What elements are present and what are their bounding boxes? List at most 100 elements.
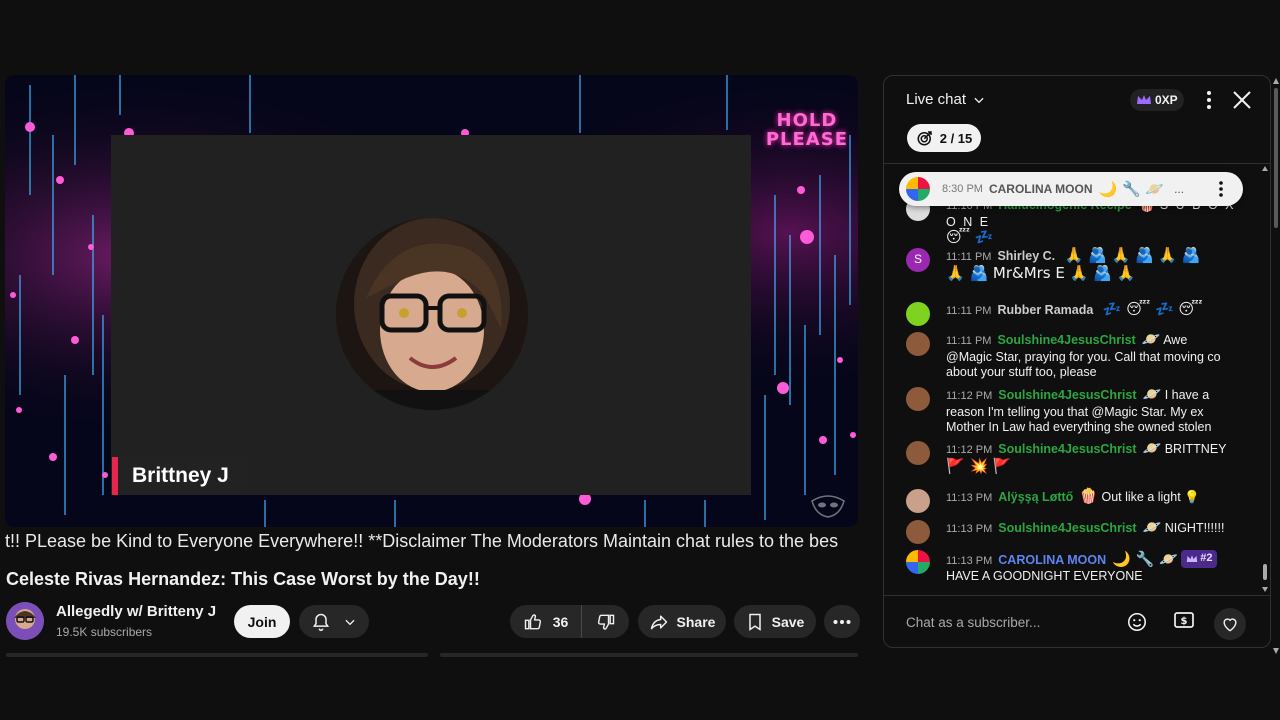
live-chat-panel: Live chat 0XP 2 / 15 8:30 PM CAROLINA MO… bbox=[883, 75, 1271, 648]
share-button[interactable]: Share bbox=[638, 605, 726, 638]
pinned-author-badges: 🌙 🔧 🪐 bbox=[1098, 180, 1165, 198]
kebab-menu-icon[interactable] bbox=[1200, 90, 1218, 110]
xp-badge[interactable]: 0XP bbox=[1130, 89, 1184, 111]
author-avatar bbox=[906, 520, 930, 544]
rank-text: #2 bbox=[1200, 552, 1213, 564]
chat-message[interactable]: 11:11 PM Soulshine4JesusChrist 🪐 Awe @Magi… bbox=[906, 331, 1236, 381]
chat-goal-progress[interactable]: 2 / 15 bbox=[907, 124, 981, 152]
kebab-menu-icon[interactable] bbox=[1213, 180, 1229, 198]
please-text: PLEASE bbox=[765, 129, 848, 150]
message-text-line2: 🚩 💥 🚩 bbox=[946, 456, 1012, 475]
emoji-icon[interactable] bbox=[1126, 611, 1148, 633]
video-title: Celeste Rivas Hernandez: This Case Worst… bbox=[6, 569, 480, 589]
notification-bell-button[interactable] bbox=[299, 605, 369, 638]
chat-scrollbar[interactable] bbox=[1261, 164, 1269, 594]
more-horizontal-icon bbox=[833, 619, 851, 624]
description-edge-right bbox=[440, 653, 858, 657]
bell-icon bbox=[312, 613, 330, 631]
chat-message[interactable]: 11:13 PM CAROLINA MOON 🌙 🔧 🪐 #2 HAVE A GOO… bbox=[906, 550, 1236, 585]
message-text-line2: 😴 💤 bbox=[946, 228, 994, 246]
author-avatar bbox=[906, 302, 930, 326]
close-icon[interactable] bbox=[1232, 90, 1252, 110]
channel-avatar[interactable] bbox=[6, 602, 44, 640]
crown-icon bbox=[1137, 95, 1151, 104]
chat-message[interactable]: 11:12 PM Soulshine4JesusChrist 🪐 I have a … bbox=[906, 385, 1236, 436]
scrolling-ticker: t!! PLease be Kind to Everyone Everywher… bbox=[5, 528, 858, 554]
message-timestamp: 11:13 PM bbox=[946, 492, 993, 504]
message-author: Shirley C. bbox=[997, 249, 1056, 263]
host-portrait bbox=[336, 218, 528, 410]
message-author: Rubber Ramada bbox=[997, 303, 1094, 317]
message-text: NIGHT!!!!!! bbox=[1164, 521, 1225, 535]
message-timestamp: 11:13 PM bbox=[946, 523, 993, 535]
join-button[interactable]: Join bbox=[234, 605, 290, 638]
member-rank-badge: #2 bbox=[1181, 550, 1218, 568]
message-text: HAVE A GOODNIGHT EVERYONE bbox=[946, 569, 1143, 584]
host-name-tag: Brittney J bbox=[112, 457, 241, 495]
channel-name[interactable]: Allegedly w/ Britteny J bbox=[56, 603, 216, 620]
share-label: Share bbox=[676, 613, 716, 630]
message-timestamp: 11:11 PM bbox=[946, 251, 992, 263]
message-author: Soulshine4JesusChrist bbox=[998, 521, 1137, 535]
author-avatar bbox=[906, 387, 930, 411]
pinned-author-avatar bbox=[906, 177, 930, 201]
save-label: Save bbox=[771, 613, 805, 630]
message-timestamp: 11:12 PM bbox=[946, 444, 993, 456]
author-badge: 🪐 bbox=[1142, 518, 1162, 536]
chat-mode-dropdown[interactable]: Live chat bbox=[906, 91, 986, 108]
thumbs-up-icon bbox=[524, 613, 541, 629]
dislike-button[interactable] bbox=[582, 612, 629, 632]
author-avatar bbox=[906, 441, 930, 465]
chat-message[interactable]: S 11:11 PM Shirley C. 🙏 🫂 🙏 🫂 🙏 🫂 🙏 🫂 Mr&… bbox=[906, 246, 1236, 282]
message-text: Out like a light 💡 bbox=[1101, 490, 1200, 504]
crown-icon bbox=[1186, 555, 1198, 562]
xp-label: 0XP bbox=[1155, 93, 1178, 107]
save-button[interactable]: Save bbox=[734, 605, 816, 638]
message-timestamp: 11:13 PM bbox=[946, 554, 993, 567]
heart-icon bbox=[1223, 618, 1237, 632]
message-text: 💤 😴 💤 😴 bbox=[1102, 300, 1203, 318]
author-badge: 🪐 bbox=[1142, 385, 1162, 403]
pinned-timestamp: 8:30 PM bbox=[942, 183, 983, 195]
mask-logo-icon bbox=[811, 495, 845, 518]
pinned-truncation: ... bbox=[1174, 182, 1185, 196]
author-avatar bbox=[906, 332, 930, 356]
hold-text: HOLD bbox=[776, 110, 838, 131]
message-timestamp: 11:11 PM bbox=[946, 305, 992, 317]
hold-please-overlay: HOLD PLEASE bbox=[766, 111, 848, 149]
author-avatar bbox=[906, 550, 930, 574]
chat-message[interactable]: 11:11 PM Rubber Ramada 💤 😴 💤 😴 bbox=[906, 300, 1236, 326]
message-author: Alÿşşą Løttő bbox=[998, 490, 1074, 504]
pinned-author: CAROLINA MOON bbox=[988, 182, 1093, 196]
chat-title: Live chat bbox=[906, 91, 967, 108]
chevron-down-icon bbox=[974, 97, 984, 103]
chat-message-list: 11:10 PMHallucinogenic Recipe🍿 S U B O X… bbox=[884, 165, 1256, 595]
reaction-button[interactable] bbox=[1214, 608, 1246, 640]
page-scrollbar[interactable] bbox=[1272, 76, 1280, 656]
message-timestamp: 11:11 PM bbox=[946, 335, 992, 347]
author-badge: 🍿 bbox=[1079, 487, 1098, 505]
message-author: Soulshine4JesusChrist bbox=[998, 442, 1137, 456]
pinned-message[interactable]: 8:30 PM CAROLINA MOON 🌙 🔧 🪐 ... bbox=[899, 172, 1243, 206]
target-icon bbox=[917, 131, 932, 146]
message-text-line2: 🙏 🫂 Mr&Mrs E 🙏 🫂 🙏 bbox=[946, 263, 1136, 282]
chat-header: Live chat 0XP 2 / 15 bbox=[884, 76, 1270, 164]
chevron-down-icon bbox=[345, 619, 355, 625]
share-arrow-icon bbox=[650, 614, 667, 629]
description-edge bbox=[6, 653, 428, 657]
author-avatar: S bbox=[906, 248, 930, 272]
goal-progress-text: 2 / 15 bbox=[939, 130, 973, 146]
thumbs-down-icon bbox=[597, 614, 614, 630]
chat-message[interactable]: 11:13 PM Soulshine4JesusChrist 🪐 NIGHT!!!!… bbox=[906, 518, 1236, 544]
message-timestamp: 11:12 PM bbox=[946, 390, 993, 402]
super-chat-icon[interactable]: $ bbox=[1172, 608, 1196, 632]
bookmark-icon bbox=[748, 613, 761, 631]
chat-input[interactable]: Chat as a subscriber... bbox=[906, 608, 1146, 638]
message-text: 🙏 🫂 🙏 🫂 🙏 🫂 bbox=[1064, 246, 1201, 264]
like-button[interactable]: 36 bbox=[510, 605, 582, 638]
video-player[interactable]: Brittney J HOLD PLEASE bbox=[5, 75, 858, 527]
message-author: Soulshine4JesusChrist bbox=[997, 333, 1136, 347]
chat-message[interactable]: 11:13 PM Alÿşşą Løttő 🍿 Out like a light 💡 bbox=[906, 487, 1236, 513]
more-actions-button[interactable] bbox=[824, 605, 860, 638]
chat-message[interactable]: 11:12 PM Soulshine4JesusChrist 🪐 BRITTNEY … bbox=[906, 440, 1236, 475]
